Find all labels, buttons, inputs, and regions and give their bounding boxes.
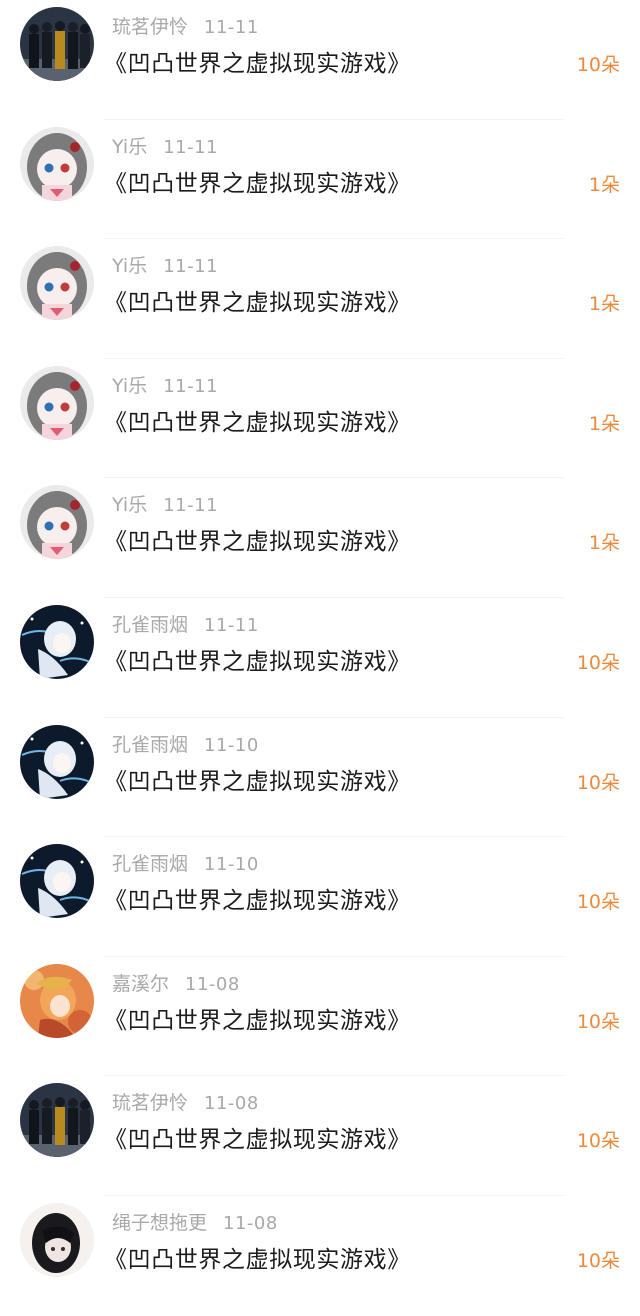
gift-amount: 10朵: [576, 1010, 620, 1033]
list-item[interactable]: Yi乐 11-11 《凹凸世界之虚拟现实游戏》 1朵: [0, 359, 640, 479]
avatar[interactable]: [20, 1083, 94, 1158]
work-title[interactable]: 《凹凸世界之虚拟现实游戏》: [104, 1003, 411, 1039]
work-title[interactable]: 《凹凸世界之虚拟现实游戏》: [104, 1122, 411, 1158]
gift-amount: 1朵: [588, 412, 620, 435]
anime-girl-avatar: [20, 365, 94, 440]
record-meta: 绳子想拖更 11-08: [112, 1208, 278, 1238]
anime-girl-avatar: [20, 126, 94, 201]
record-date: 11-11: [163, 495, 219, 517]
record-date: 11-10: [204, 854, 259, 876]
avatar[interactable]: [20, 963, 94, 1038]
avatar[interactable]: [20, 126, 94, 201]
record-meta: Yi乐 11-11: [112, 251, 218, 281]
work-title[interactable]: 《凹凸世界之虚拟现实游戏》: [104, 405, 411, 441]
avatar[interactable]: [20, 605, 94, 679]
record-meta: 孔雀雨烟 11-10: [112, 730, 259, 760]
anime-girl-avatar: [20, 485, 94, 560]
group-photo-avatar: [20, 1083, 94, 1158]
record-meta: Yi乐 11-11: [112, 132, 218, 162]
work-title[interactable]: 《凹凸世界之虚拟现实游戏》: [104, 285, 411, 321]
username[interactable]: 孔雀雨烟: [112, 853, 188, 875]
gift-amount: 10朵: [576, 771, 620, 794]
record-date: 11-11: [204, 17, 259, 38]
anime-girl-avatar: [20, 246, 94, 321]
record-meta: 琉茗伊怜 11-08: [112, 1088, 259, 1118]
work-title[interactable]: 《凹凸世界之虚拟现实游戏》: [104, 1242, 411, 1278]
avatar[interactable]: [20, 724, 94, 799]
avatar[interactable]: [20, 7, 94, 81]
list-item[interactable]: 孔雀雨烟 11-10 《凹凸世界之虚拟现实游戏》 10朵: [0, 718, 640, 838]
avatar[interactable]: [20, 246, 94, 321]
record-date: 11-08: [185, 973, 240, 995]
white-hair-character-avatar: [20, 724, 94, 799]
username[interactable]: Yi乐: [112, 136, 147, 158]
gift-amount: 1朵: [588, 293, 620, 316]
list-item[interactable]: Yi乐 11-11 《凹凸世界之虚拟现实游戏》 1朵: [0, 120, 640, 240]
record-meta: Yi乐 11-11: [112, 490, 218, 520]
white-hair-character-avatar: [20, 605, 94, 679]
username[interactable]: 绳子想拖更: [112, 1212, 207, 1234]
gift-amount: 1朵: [588, 532, 620, 555]
work-title[interactable]: 《凹凸世界之虚拟现实游戏》: [104, 46, 411, 82]
avatar[interactable]: [20, 485, 94, 560]
orange-hair-character-avatar: [20, 963, 94, 1038]
gift-amount: 10朵: [576, 891, 620, 914]
white-hair-character-avatar: [20, 844, 94, 919]
username[interactable]: Yi乐: [112, 494, 147, 516]
work-title[interactable]: 《凹凸世界之虚拟现实游戏》: [104, 764, 411, 800]
list-item[interactable]: 绳子想拖更 11-08 《凹凸世界之虚拟现实游戏》 10朵: [0, 1196, 640, 1316]
list-item[interactable]: 嘉溪尔 11-08 《凹凸世界之虚拟现实游戏》 10朵: [0, 957, 640, 1077]
list-item[interactable]: Yi乐 11-11 《凹凸世界之虚拟现实游戏》 1朵: [0, 478, 640, 598]
username[interactable]: 嘉溪尔: [112, 973, 169, 995]
username[interactable]: 孔雀雨烟: [112, 614, 188, 636]
record-date: 11-08: [204, 1093, 259, 1115]
username[interactable]: Yi乐: [112, 255, 147, 277]
record-date: 11-08: [223, 1213, 278, 1234]
record-meta: 琉茗伊怜 11-11: [112, 12, 259, 42]
gift-record-list: 琉茗伊怜 11-11 《凹凸世界之虚拟现实游戏》 10朵 Yi乐 11-11 《凹凸…: [0, 0, 640, 1277]
work-title[interactable]: 《凹凸世界之虚拟现实游戏》: [104, 644, 411, 680]
gift-amount: 10朵: [576, 652, 620, 674]
username[interactable]: 孔雀雨烟: [112, 734, 188, 756]
username[interactable]: Yi乐: [112, 375, 147, 397]
gift-amount: 10朵: [576, 54, 620, 76]
work-title[interactable]: 《凹凸世界之虚拟现实游戏》: [104, 524, 411, 560]
list-item[interactable]: 琉茗伊怜 11-11 《凹凸世界之虚拟现实游戏》 10朵: [0, 0, 640, 120]
record-date: 11-11: [163, 136, 219, 158]
gift-amount: 10朵: [576, 1250, 620, 1272]
record-meta: 嘉溪尔 11-08: [112, 969, 240, 999]
list-item[interactable]: Yi乐 11-11 《凹凸世界之虚拟现实游戏》 1朵: [0, 239, 640, 359]
avatar[interactable]: [20, 844, 94, 919]
record-date: 11-11: [163, 375, 219, 397]
record-date: 11-11: [204, 615, 259, 636]
username[interactable]: 琉茗伊怜: [112, 1092, 188, 1114]
record-meta: Yi乐 11-11: [112, 371, 218, 401]
list-item[interactable]: 孔雀雨烟 11-11 《凹凸世界之虚拟现实游戏》 10朵: [0, 598, 640, 718]
record-meta: 孔雀雨烟 11-10: [112, 849, 259, 879]
group-photo-avatar: [20, 7, 94, 81]
work-title[interactable]: 《凹凸世界之虚拟现实游戏》: [104, 166, 411, 202]
gift-amount: 10朵: [576, 1130, 620, 1153]
work-title[interactable]: 《凹凸世界之虚拟现实游戏》: [104, 883, 411, 919]
record-meta: 孔雀雨烟 11-11: [112, 610, 259, 640]
list-item[interactable]: 孔雀雨烟 11-10 《凹凸世界之虚拟现实游戏》 10朵: [0, 837, 640, 957]
avatar[interactable]: [20, 1203, 94, 1277]
gift-amount: 1朵: [588, 173, 620, 196]
record-date: 11-11: [163, 256, 219, 278]
record-date: 11-10: [204, 734, 259, 756]
dark-hair-character-avatar: [20, 1203, 94, 1277]
username[interactable]: 琉茗伊怜: [112, 16, 188, 38]
list-item[interactable]: 琉茗伊怜 11-08 《凹凸世界之虚拟现实游戏》 10朵: [0, 1076, 640, 1196]
avatar[interactable]: [20, 365, 94, 440]
